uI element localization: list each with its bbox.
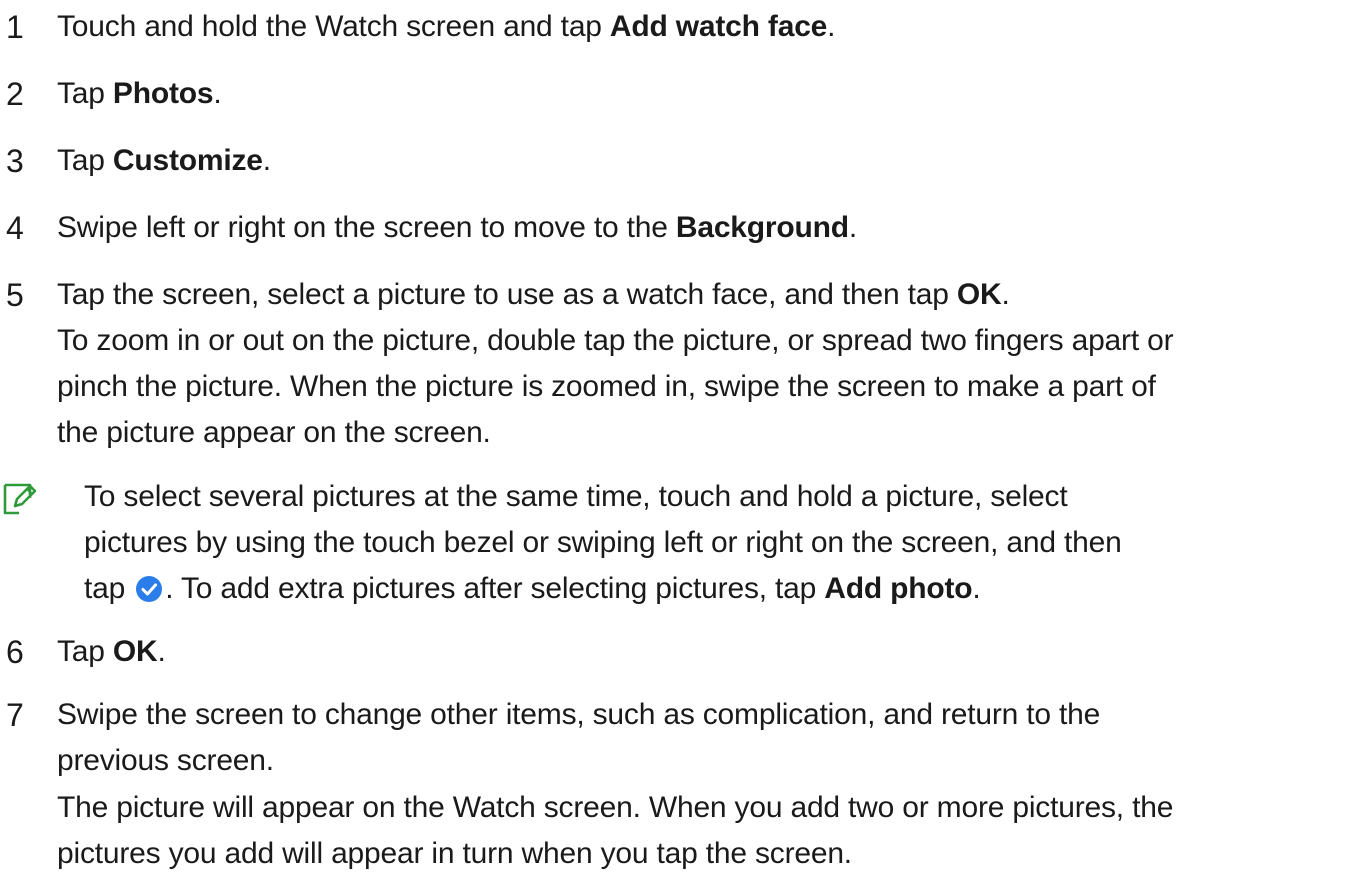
note-line-2: pictures by using the touch bezel or swi… [84, 526, 1122, 559]
step-4-post: . [848, 211, 858, 244]
step-number-4: 4 [6, 210, 24, 246]
step-4-text: Swipe left or right on the screen to mov… [57, 209, 857, 247]
step-number-6: 6 [6, 634, 24, 670]
step-3-pre: Tap [57, 144, 113, 177]
step-4-pre: Swipe left or right on the screen to mov… [57, 211, 676, 244]
step-7-line-1: Swipe the screen to change other items, … [57, 698, 1101, 731]
step-1-post: . [827, 10, 836, 43]
step-5-pre: Tap the screen, select a picture to use … [57, 278, 957, 311]
step-2-pre: Tap [57, 77, 113, 110]
note-icon [3, 483, 36, 515]
step-7-line-2: previous screen. [57, 744, 274, 777]
step-1-pre: Touch and hold the Watch screen and tap [57, 10, 610, 43]
step-4-bold: Background [675, 211, 849, 244]
step-6-post: . [157, 635, 166, 668]
step-2-bold: Photos [112, 77, 214, 110]
step-5-detail-line-3: the picture appear on the screen. [57, 416, 491, 449]
note-line-3-bold: Add photo [824, 572, 973, 605]
step-5-bold: OK [956, 278, 1002, 311]
check-circle-icon [136, 576, 163, 602]
step-6-bold: OK [112, 635, 158, 668]
step-6-text: Tap OK. [57, 633, 166, 671]
note-line-1: To select several pictures at the same t… [84, 480, 1068, 513]
step-2-post: . [213, 77, 222, 110]
step-7-detail-line-1: The picture will appear on the Watch scr… [57, 791, 1174, 824]
note-line-3: tap . To add extra pictures after select… [84, 570, 981, 608]
note-line-3-post: . To add extra pictures after selecting … [165, 572, 825, 605]
step-number-2: 2 [6, 76, 24, 112]
step-number-5: 5 [6, 277, 24, 313]
step-number-3: 3 [6, 143, 24, 179]
step-6-pre: Tap [57, 635, 113, 668]
note-line-3-end: . [972, 572, 981, 605]
step-number-7: 7 [6, 697, 24, 733]
step-3-text: Tap Customize. [57, 142, 271, 180]
step-3-bold: Customize [112, 144, 263, 177]
step-5-text: Tap the screen, select a picture to use … [57, 276, 1010, 314]
step-3-post: . [262, 144, 271, 177]
step-1-bold: Add watch face [609, 10, 828, 43]
step-number-1: 1 [6, 9, 24, 45]
step-1-text: Touch and hold the Watch screen and tap … [57, 8, 836, 46]
step-5-post: . [1001, 278, 1010, 311]
step-5-detail-line-1: To zoom in or out on the picture, double… [57, 324, 1174, 357]
step-5-detail-line-2: pinch the picture. When the picture is z… [57, 370, 1156, 403]
step-2-text: Tap Photos. [57, 75, 222, 113]
step-7-detail-line-2: pictures you add will appear in turn whe… [57, 837, 852, 870]
note-line-3-pre: tap [84, 572, 134, 605]
